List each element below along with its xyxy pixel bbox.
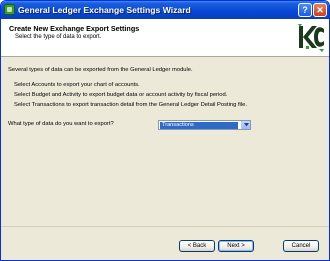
wizard-footer: < Back Next > Cancel: [1, 226, 329, 260]
page-subtitle: Select the type of data to export.: [15, 34, 102, 40]
intro-text: Several types of data can be exported fr…: [8, 67, 193, 73]
dropdown-button[interactable]: [241, 121, 250, 129]
chevron-down-icon: [244, 123, 249, 127]
data-type-selected-value: Transactions: [160, 122, 238, 129]
next-button[interactable]: Next >: [218, 240, 254, 252]
back-button[interactable]: < Back: [179, 240, 215, 252]
page-title: Create New Exchange Export Settings: [9, 24, 140, 33]
wizard-body: Several types of data can be exported fr…: [1, 58, 329, 226]
data-type-select[interactable]: Transactions: [158, 120, 251, 130]
wizard-header: Create New Exchange Export Settings Sele…: [1, 19, 329, 57]
title-bar[interactable]: General Ledger Exchange Settings Wizard …: [1, 1, 329, 19]
instruction-accounts: Select Accounts to export your chart of …: [14, 82, 140, 88]
wizard-window: General Ledger Exchange Settings Wizard …: [0, 0, 330, 261]
app-icon: [4, 4, 15, 15]
window-title: General Ledger Exchange Settings Wizard: [18, 5, 191, 15]
cancel-button[interactable]: Cancel: [283, 240, 319, 252]
close-button[interactable]: ✕: [313, 3, 327, 17]
help-button[interactable]: ?: [298, 3, 312, 17]
exchange-logo-icon: [298, 24, 324, 52]
instruction-transactions: Select Transactions to export transactio…: [14, 102, 247, 108]
instruction-budget: Select Budget and Activity to export bud…: [14, 92, 228, 98]
data-type-label: What type of data do you want to export?: [8, 121, 114, 127]
